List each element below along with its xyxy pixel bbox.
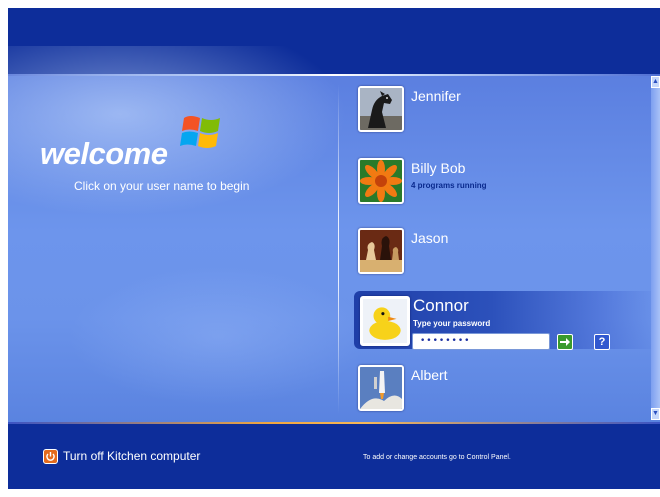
chevron-down-icon[interactable]: ▼ [651,408,660,420]
user-name: Albert [411,367,448,383]
user-name: Jennifer [411,88,461,104]
connor-avatar-wrap [360,296,410,346]
horse-icon [358,86,404,132]
arrow-right-icon[interactable] [557,334,573,350]
user-name: Connor [413,296,469,315]
user-tile-jennifer[interactable]: Jennifer [358,86,658,146]
welcome-subtitle: Click on your user name to begin [74,179,250,193]
panel-divider [338,84,339,414]
chess-icon [358,228,404,274]
user-name: Jason [411,230,449,246]
user-status: 4 programs running [411,181,487,190]
user-tile-albert[interactable]: Albert [358,365,658,425]
power-icon[interactable] [43,449,58,464]
chevron-up-icon[interactable]: ▲ [651,76,660,88]
welcome-title: welcome [40,136,168,171]
password-prompt: Type your password [413,319,491,328]
logon-screen: welcome Click on your user name to begin… [8,8,660,489]
windows-logo-icon [180,116,220,148]
control-panel-note: To add or change accounts go to Control … [363,454,511,461]
user-tile-billy-bob[interactable]: Billy Bob 4 programs running [358,158,658,218]
rocket-launch-icon [358,365,404,411]
turn-off-button[interactable]: Turn off Kitchen computer [63,449,200,463]
user-tile-jason[interactable]: Jason [358,228,658,288]
user-name: Billy Bob [411,160,466,176]
rubber-duck-icon [360,296,410,346]
flower-icon [358,158,404,204]
password-field[interactable]: •••••••• [412,333,550,350]
user-list-scrollbar[interactable]: ▲ ▼ [651,76,660,420]
question-mark-icon[interactable]: ? [594,334,610,350]
